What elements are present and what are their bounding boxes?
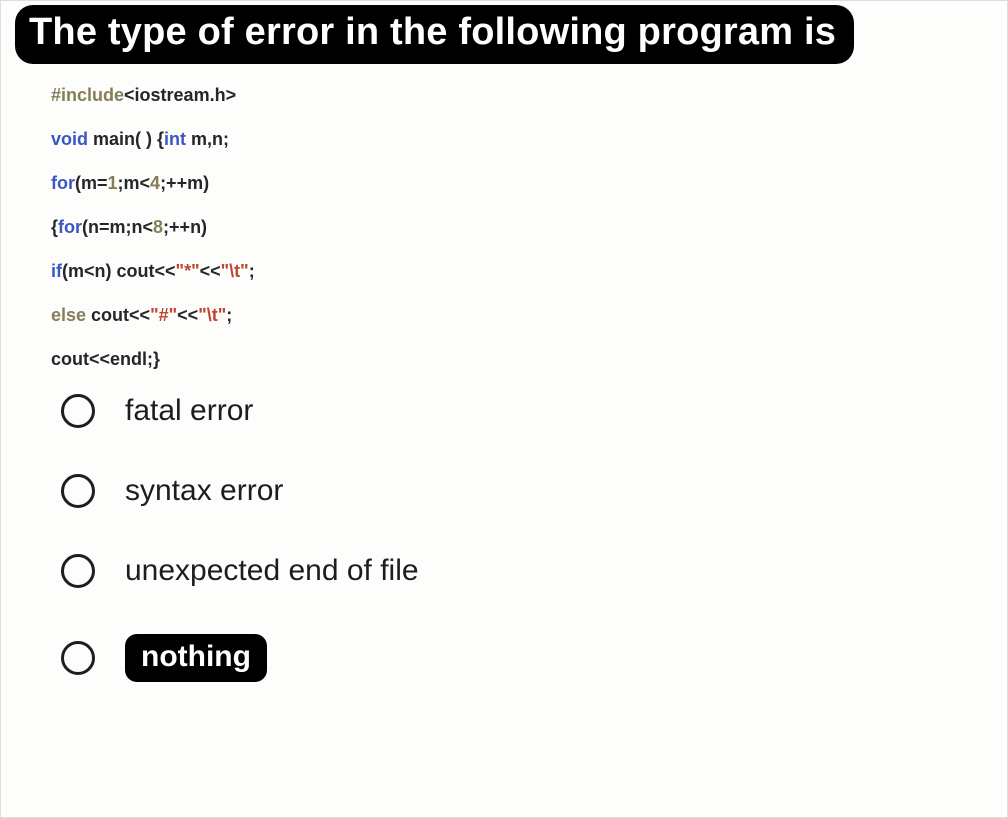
option-label-highlighted: nothing (125, 634, 267, 682)
tok-brace-open: { (51, 217, 58, 237)
code-line-7: cout<<endl;} (51, 350, 1007, 368)
option-nothing[interactable]: nothing (61, 634, 1007, 682)
tok-str-hash: "#" (150, 305, 177, 325)
code-line-1: #include<iostream.h> (51, 86, 1007, 104)
tok-for2a: (n=m;n< (82, 217, 153, 237)
tok-endl: cout<<endl;} (51, 349, 160, 369)
option-label: unexpected end of file (125, 554, 419, 588)
tok-vars: m,n; (186, 129, 229, 149)
quiz-card: The type of error in the following progr… (0, 0, 1008, 818)
option-syntax-error[interactable]: syntax error (61, 474, 1007, 508)
tok-num1: 1 (108, 173, 118, 193)
code-line-6: else cout<<"#"<<"\t"; (51, 306, 1007, 324)
code-line-5: if(m<n) cout<<"*"<<"\t"; (51, 262, 1007, 280)
tok-main-open: main( ) { (88, 129, 164, 149)
code-line-2: void main( ) {int m,n; (51, 130, 1007, 148)
option-label: fatal error (125, 394, 253, 428)
radio-icon[interactable] (61, 394, 95, 428)
tok-str-star: "*" (176, 261, 200, 281)
tok-num4: 4 (150, 173, 160, 193)
tok-if: if (51, 261, 62, 281)
radio-icon[interactable] (61, 641, 95, 675)
tok-semi1: ; (249, 261, 255, 281)
tok-header: <iostream.h> (124, 85, 236, 105)
tok-else: else (51, 305, 86, 325)
tok-for1c: ;++m) (160, 173, 209, 193)
tok-include: #include (51, 85, 124, 105)
tok-for1: for (51, 173, 75, 193)
tok-for2: for (58, 217, 82, 237)
tok-void: void (51, 129, 88, 149)
option-fatal-error[interactable]: fatal error (61, 394, 1007, 428)
radio-icon[interactable] (61, 474, 95, 508)
tok-str-tab2: "\t" (198, 305, 226, 325)
option-label: syntax error (125, 474, 283, 508)
tok-for1b: ;m< (118, 173, 151, 193)
code-line-3: for(m=1;m<4;++m) (51, 174, 1007, 192)
tok-num8: 8 (153, 217, 163, 237)
question-title: The type of error in the following progr… (15, 5, 854, 64)
tok-semi2: ; (226, 305, 232, 325)
code-line-4: {for(n=m;n<8;++n) (51, 218, 1007, 236)
options-list: fatal error syntax error unexpected end … (61, 394, 1007, 682)
tok-lshift1: << (200, 261, 221, 281)
tok-lshift2: << (177, 305, 198, 325)
radio-icon[interactable] (61, 554, 95, 588)
tok-int: int (164, 129, 186, 149)
tok-str-tab1: "\t" (221, 261, 249, 281)
tok-if-cond: (m<n) cout<< (62, 261, 176, 281)
tok-cout2: cout<< (86, 305, 150, 325)
tok-for1a: (m= (75, 173, 108, 193)
tok-for2b: ;++n) (163, 217, 207, 237)
code-block: #include<iostream.h> void main( ) {int m… (51, 86, 1007, 368)
option-unexpected-eof[interactable]: unexpected end of file (61, 554, 1007, 588)
